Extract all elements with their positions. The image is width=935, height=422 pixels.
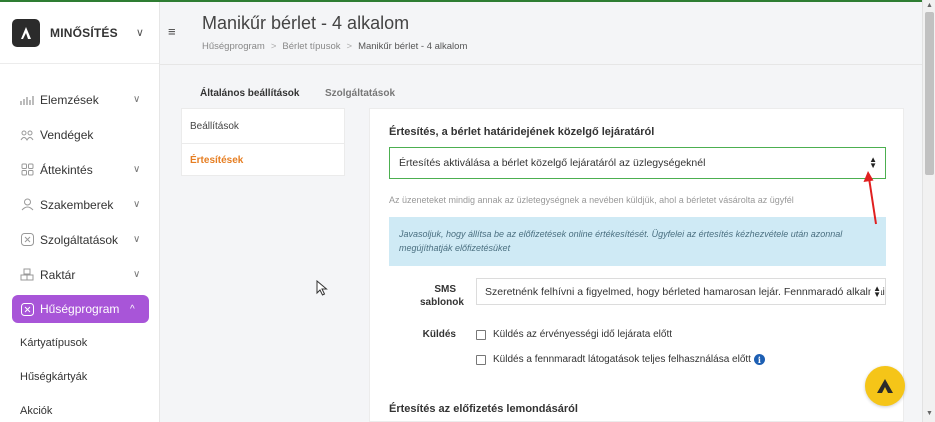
sidebar-item-szakemberek[interactable]: Szakemberek ∨ [0,187,159,222]
brand-logo-icon [12,18,40,47]
send-before-visits-used-row[interactable]: Küldés a fennmaradt látogatások teljes f… [476,354,765,365]
help-fab-button[interactable] [865,366,905,406]
breadcrumb: Hűségprogram > Bérlet típusok > Manikűr bérl… [202,41,467,52]
sidebar-item-label: Elemzések [40,92,99,107]
breadcrumb-separator: > [346,41,353,52]
grid-icon [20,163,34,177]
sidebar-item-label: Szolgáltatások [40,232,119,247]
page-title: Manikűr bérlet - 4 alkalom [202,13,410,33]
chevron-up-icon: ^ [130,303,135,315]
sidebar-item-label: Vendégek [40,127,94,142]
checkbox-label: Küldés a fennmaradt látogatások teljes f… [493,354,751,365]
sidebar-subitem-husegkartyak[interactable]: Hűségkártyák [0,360,159,394]
select-arrows-icon: ▲ ▼ [869,155,877,170]
sidebar-item-vendegek[interactable]: Vendégek [0,117,159,152]
breadcrumb-item[interactable]: Hűségprogram [202,41,265,52]
subnav-item-settings[interactable]: Beállítások [182,109,344,143]
guests-icon [20,128,34,142]
user-icon [20,198,34,212]
chart-icon [20,93,34,107]
sidebar-item-label: Áttekintés [40,162,93,177]
chevron-down-icon: ∨ [135,27,144,39]
expiry-notification-select[interactable]: Értesítés aktiválása a bérlet közelgő le… [389,147,886,179]
scroll-down-icon[interactable]: ▼ [926,410,933,417]
tab-services[interactable]: Szolgáltatások [325,88,395,99]
sidebar-item-attekintes[interactable]: Áttekintés ∨ [0,152,159,187]
select-value: Szeretnénk felhívni a figyelmed, hogy bé… [485,285,886,298]
sidebar-item-label: Raktár [40,267,76,282]
sidebar-item-husegprogram[interactable]: Hűségprogram ^ [12,295,149,323]
boxes-icon [20,268,34,282]
send-label: Küldés [422,329,456,340]
header-divider [160,64,922,65]
cancel-section-title: Értesítés az előfizetés lemondásáról [389,403,578,415]
brand-name: MINŐSÍTÉS [50,25,118,40]
sender-hint-text: Az üzeneteket mindig annak az üzletegysé… [389,195,794,205]
chevron-down-icon: ∨ [133,234,141,245]
sidebar-subitem-akciok[interactable]: Akciók [0,394,159,422]
sidebar-item-raktar[interactable]: Raktár ∨ [0,257,159,292]
send-before-visits-used-checkbox[interactable] [476,354,486,365]
sidebar-nav: Elemzések ∨ Vendégek Áttekintés ∨ Szakem… [0,64,159,422]
info-icon[interactable]: i [753,354,765,365]
sidebar-subitem-kartyatipusok[interactable]: Kártyatípusok [0,326,159,360]
chevron-down-icon: ∨ [133,199,141,210]
chevron-down-icon: ∨ [133,94,141,105]
sidebar-item-label: Hűségprogram [40,302,120,316]
brand-switcher[interactable]: MINŐSÍTÉS ∨ [0,2,159,64]
sms-template-select[interactable]: Szeretnénk felhívni a figyelmed, hogy bé… [476,278,886,305]
sidebar: MINŐSÍTÉS ∨ Elemzések ∨ Vendégek Áttekin… [0,2,160,422]
sidebar-item-label: Szakemberek [40,197,114,212]
select-value: Értesítés aktiválása a bérlet közelgő le… [399,157,706,169]
checkbox-label: Küldés az érvényességi idő lejárata előt… [493,329,672,340]
sms-templates-label: SMS sablonok [420,284,464,308]
send-before-expiry-row[interactable]: Küldés az érvényességi idő lejárata előt… [476,329,672,340]
vertical-scrollbar[interactable]: ▲ ▼ [922,0,935,422]
brand-logo-icon [877,379,893,393]
info-box: Javasoljuk, hogy állítsa be az előfizeté… [389,217,886,266]
tab-general-settings[interactable]: Általános beállítások [200,88,299,99]
send-before-expiry-checkbox[interactable] [476,329,486,340]
annotation-arrow-icon [863,171,877,225]
sidebar-item-szolgaltatasok[interactable]: Szolgáltatások ∨ [0,222,159,257]
breadcrumb-separator: > [270,41,277,52]
subnav-item-notifications[interactable]: Értesítések [182,143,344,177]
hamburger-menu-icon[interactable]: ≡ [168,24,176,39]
notifications-panel: Értesítés, a bérlet határidejének közelg… [369,108,904,422]
breadcrumb-current: Manikűr bérlet - 4 alkalom [358,41,468,52]
scroll-up-icon[interactable]: ▲ [926,2,933,9]
loyalty-icon [20,302,34,316]
select-arrows-icon: ▲ ▼ [871,284,881,299]
sidebar-item-elemzesek[interactable]: Elemzések ∨ [0,82,159,117]
expiry-section-title: Értesítés, a bérlet határidejének közelg… [389,126,655,138]
scrollbar-thumb[interactable] [925,12,934,175]
settings-subnav: Beállítások Értesítések [181,108,345,176]
breadcrumb-item[interactable]: Bérlet típusok [282,41,340,52]
mouse-cursor-icon [316,280,328,296]
chevron-down-icon: ∨ [133,269,141,280]
chevron-down-icon: ∨ [133,164,141,175]
scissors-icon [20,233,34,247]
